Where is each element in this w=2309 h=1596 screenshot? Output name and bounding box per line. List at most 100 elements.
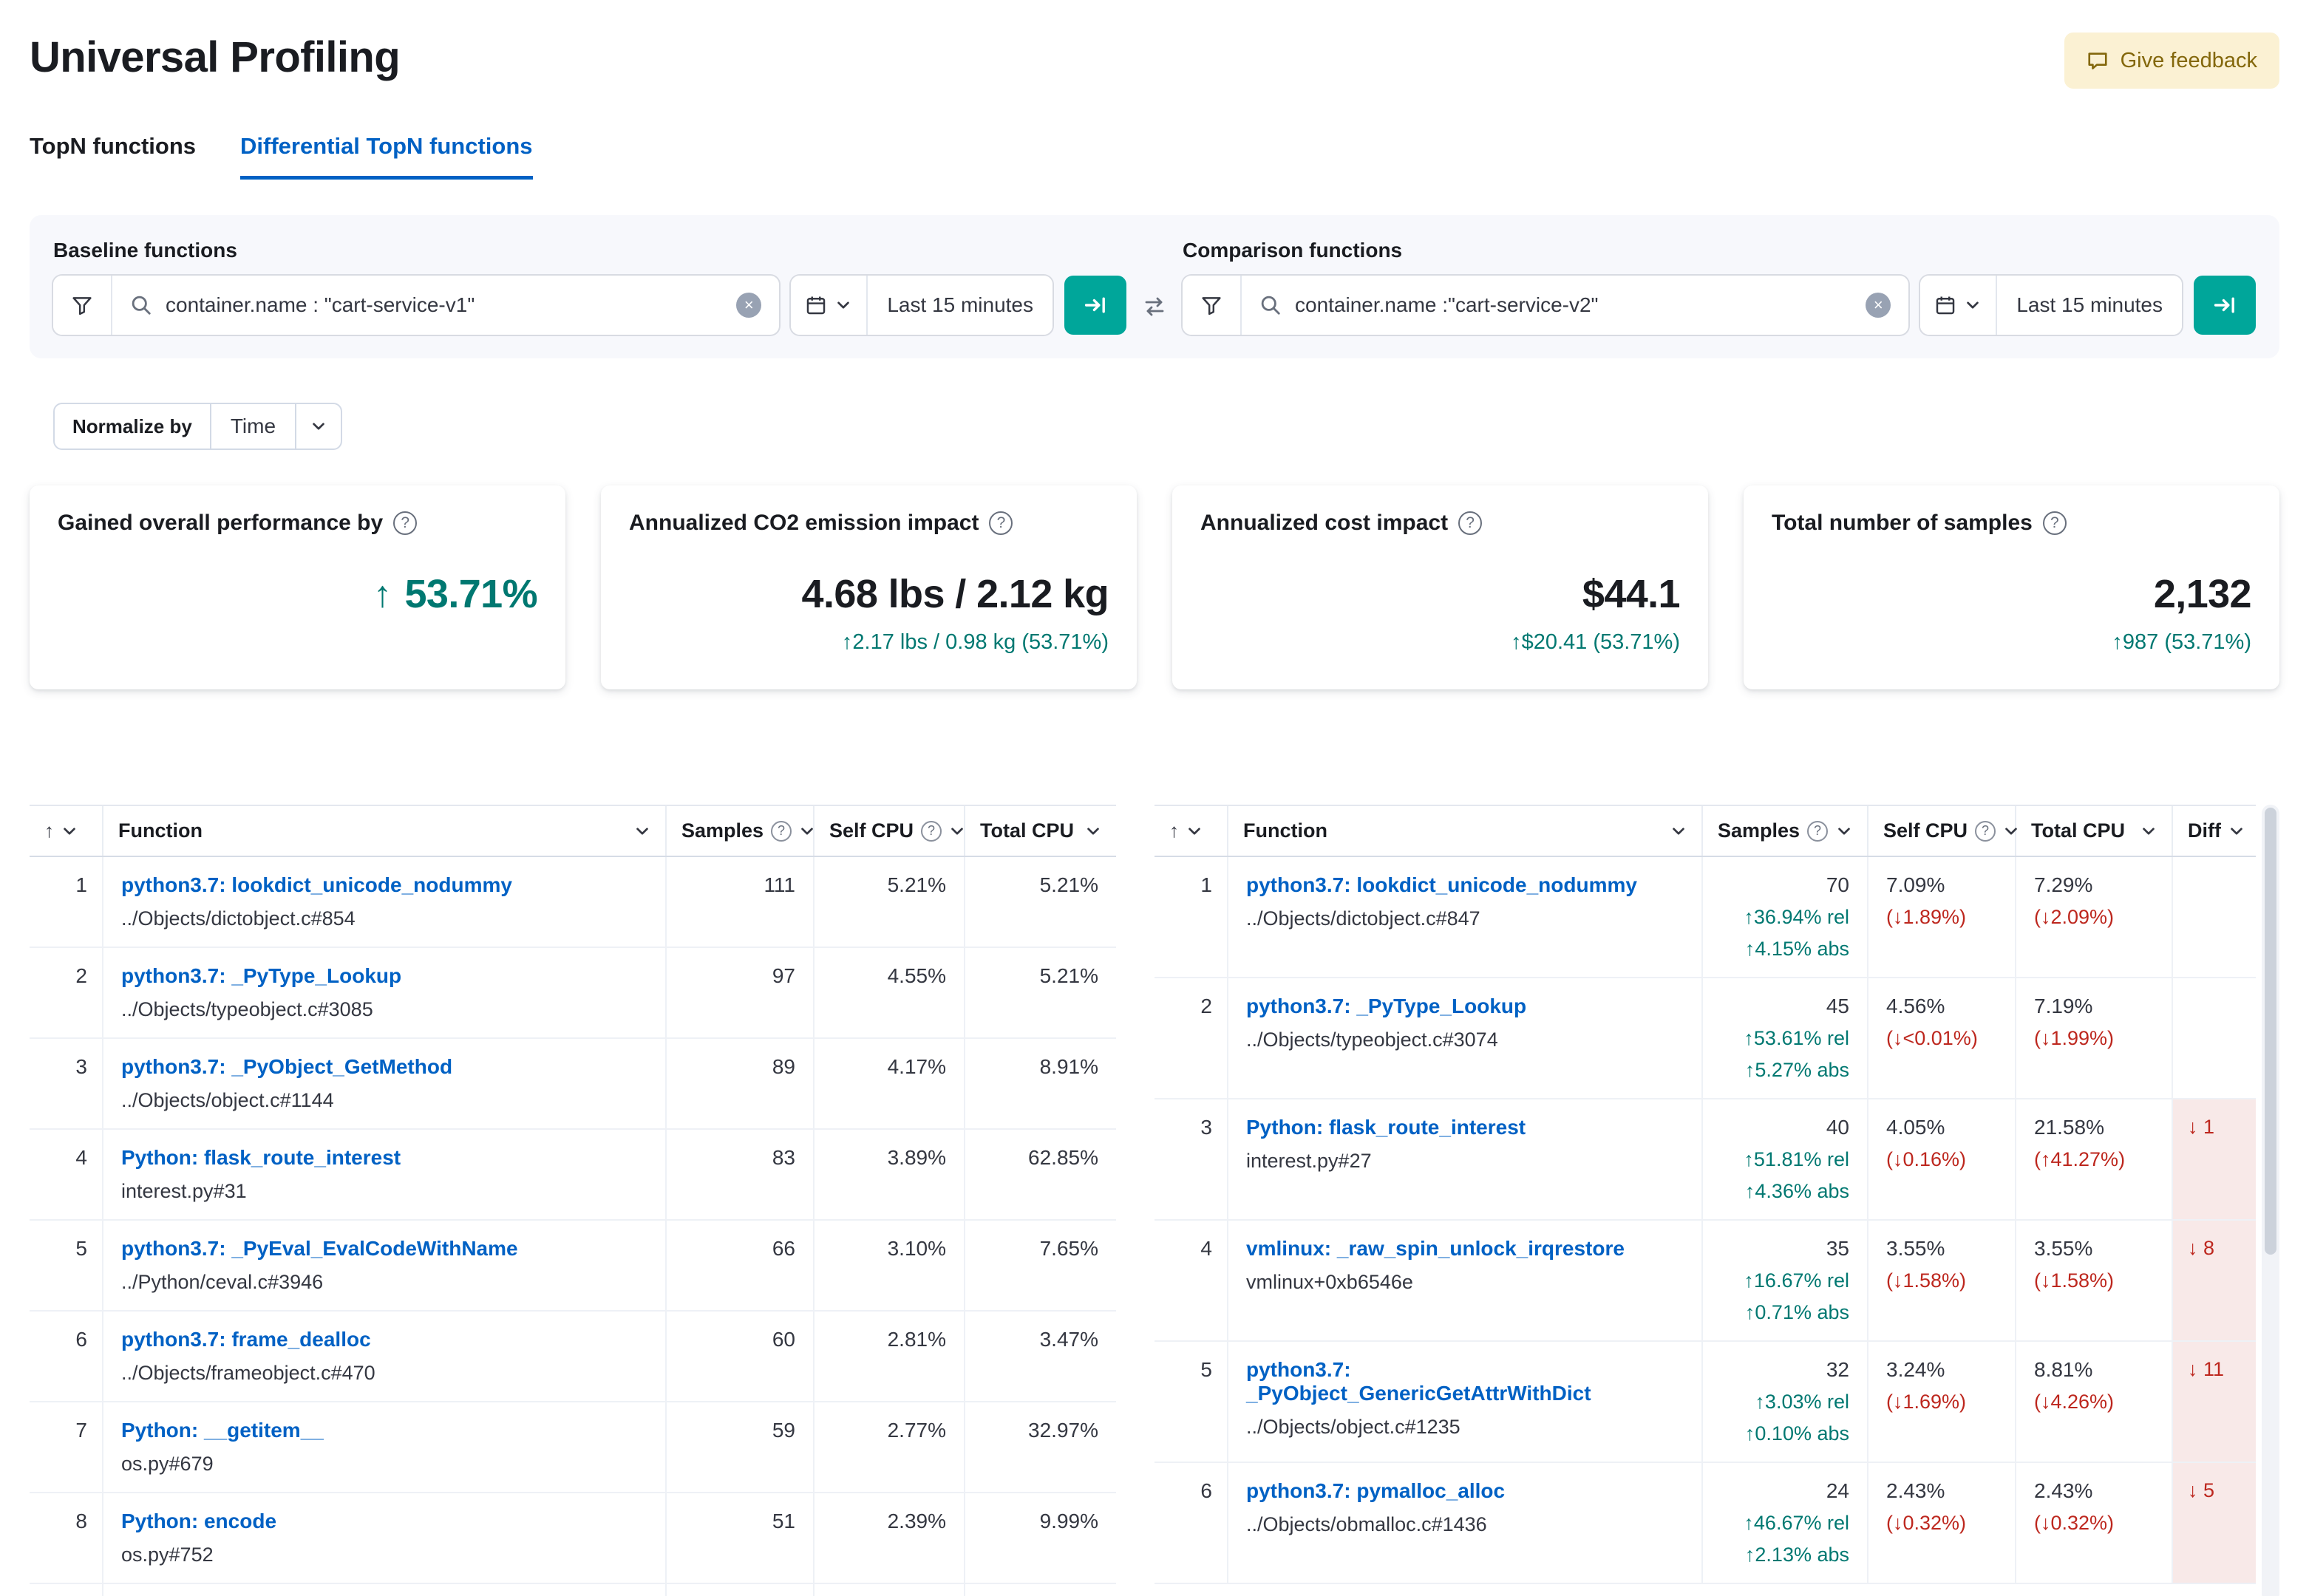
vertical-scrollbar[interactable] [2262,805,2279,1596]
table-row: 2 python3.7: _PyType_Lookup ../Objects/t… [30,948,1116,1039]
normalize-by-value[interactable]: Time [211,404,297,449]
rank-column-header[interactable]: ↑ [30,806,103,856]
function-link[interactable]: python3.7: _PyObject_GenericGetAttrWithD… [1246,1358,1591,1405]
self-cpu-value: 3.24% [1886,1358,1945,1381]
function-link[interactable]: python3.7: _PyType_Lookup [1246,995,1526,1017]
total-cpu-cell: 2.43% (↓0.32%) [2016,1463,2173,1583]
swap-comparison-icon[interactable] [1138,295,1171,318]
function-source: ../Objects/dictobject.c#854 [121,907,356,930]
clear-query-button[interactable]: × [736,293,762,318]
diff-cell: ↓ 8 [2173,1221,2256,1340]
function-link[interactable]: python3.7: lookdict_unicode_nodummy [121,873,512,896]
baseline-time-range-button[interactable]: Last 15 minutes [868,276,1053,335]
clear-query-button[interactable]: × [1866,293,1891,318]
rank-cell: 8 [30,1493,103,1583]
co2-impact-value: 4.68 lbs / 2.12 kg [801,572,1109,616]
function-link[interactable]: python3.7: pymalloc_alloc [1246,1479,1505,1502]
card-title: Total number of samples [1772,511,2033,535]
tab-differential-topn-functions[interactable]: Differential TopN functions [240,133,533,180]
rank-diff-badge: ↓ 11 [2188,1358,2225,1380]
rank-column-header[interactable]: ↑ [1154,806,1228,856]
function-source: ../Objects/object.c#1144 [121,1089,334,1111]
comparison-table-body: 1 python3.7: lookdict_unicode_nodummy ..… [1154,857,2256,1584]
function-link[interactable]: python3.7: _PyType_Lookup [121,964,401,987]
date-quick-select-button[interactable] [1920,276,1998,335]
baseline-query-input[interactable]: container.name : "cart-service-v1" × [112,276,779,335]
table-row: 4 Python: flask_route_interest interest.… [30,1130,1116,1221]
function-source: ../Python/ceval.c#3946 [121,1271,324,1293]
function-cell: python3.7: _PyObject_GetMethod ../Object… [103,1039,667,1128]
function-link[interactable]: python3.7: frame_dealloc [121,1328,371,1351]
function-link[interactable]: python3.7: lookdict_unicode_nodummy [1246,873,1637,896]
samples-cell: 24 ↑46.67% rel ↑2.13% abs [1703,1463,1868,1583]
samples-value: 35 [1826,1237,1849,1260]
tab-topn-functions[interactable]: TopN functions [30,133,196,180]
filter-button[interactable] [1183,276,1242,335]
question-in-circle-icon[interactable]: ? [2042,511,2067,535]
function-link[interactable]: Python: encode [121,1510,276,1532]
cost-impact-value: $44.1 [1582,572,1681,616]
function-link[interactable]: python3.7: _PyObject_GetMethod [121,1055,452,1078]
baseline-apply-button[interactable] [1064,276,1126,335]
question-in-circle-icon[interactable]: ? [393,511,418,535]
function-link[interactable]: Python: flask_route_interest [121,1146,401,1169]
self-cpu-cell: 4.56% (↓<0.01%) [1868,978,2016,1098]
samples-cell: 70 ↑36.94% rel ↑4.15% abs [1703,857,1868,977]
summary-cards: Gained overall performance by ? ↑ 53.71%… [30,485,2279,689]
function-source: ../Objects/typeobject.c#3085 [121,998,373,1020]
date-quick-select-button[interactable] [791,276,868,335]
samples-column-header[interactable]: Samples ? [667,806,815,856]
samples-cell: 40 ↑51.81% rel ↑4.36% abs [1703,1099,1868,1219]
normalize-by-label: Normalize by [55,404,211,449]
samples-value: 32 [1826,1358,1849,1381]
function-cell: Python: flask_route_interest interest.py… [1228,1099,1703,1219]
self-cpu-column-header[interactable]: Self CPU ? [815,806,965,856]
function-link[interactable]: Python: flask_route_interest [1246,1116,1526,1139]
function-column-header[interactable]: Function [1228,806,1703,856]
question-in-circle-icon[interactable]: ? [989,511,1013,535]
samples-value: 70 [1826,873,1849,896]
function-source: vmlinux+0xb6546e [1246,1271,1413,1293]
chevron-down-icon [2228,823,2245,839]
diff-cell: ↓ 1 [2173,1099,2256,1219]
diff-column-header[interactable]: Diff [2173,806,2256,856]
give-feedback-button[interactable]: Give feedback [2064,33,2279,89]
function-cell: python3.7: frame_dealloc ../Objects/fram… [103,1312,667,1401]
chevron-down-icon[interactable] [296,404,341,449]
comparison-filter-group: Comparison functions container.name :"ca… [1183,239,2256,335]
table-row: 5 python3.7: _PyEval_EvalCodeWithName ..… [30,1221,1116,1312]
filter-button[interactable] [53,276,112,335]
comparison-query-input[interactable]: container.name :"cart-service-v2" × [1242,276,1908,335]
card-co2-impact: Annualized CO2 emission impact ? 4.68 lb… [601,485,1137,689]
self-cpu-column-header[interactable]: Self CPU ? [1868,806,2017,856]
total-cpu-column-header[interactable]: Total CPU [2016,806,2173,856]
comparison-time-range-button[interactable]: Last 15 minutes [1997,276,2182,335]
function-link[interactable]: python3.7: _PyEval_EvalCodeWithName [121,1237,518,1260]
function-link[interactable]: Python: __getitem__ [121,1419,324,1442]
total-cpu-column-header[interactable]: Total CPU [965,806,1116,856]
filter-funnel-icon [1201,295,1222,316]
function-source: os.py#752 [121,1544,214,1566]
comparison-functions-label: Comparison functions [1183,239,1403,262]
function-link[interactable]: vmlinux: _raw_spin_unlock_irqrestore [1246,1237,1625,1260]
samples-absolute-change: ↑0.10% abs [1744,1422,1849,1445]
scrollbar-thumb[interactable] [2265,808,2276,1255]
function-column-header[interactable]: Function [103,806,667,856]
cost-impact-delta: ↑$20.41 (53.71%) [1511,630,1680,654]
normalize-by-control[interactable]: Normalize by Time [53,403,343,450]
self-cpu-cell: 4.05% (↓0.16%) [1868,1099,2016,1219]
function-cell: python3.7: _PyType_Lookup ../Objects/typ… [1228,978,1703,1098]
table-row: 3 python3.7: _PyObject_GetMethod ../Obje… [30,1039,1116,1130]
chevron-down-icon [949,823,965,839]
total-cpu-delta: (↓1.58%) [2034,1269,2115,1292]
self-cpu-delta: (↓1.89%) [1886,906,1967,928]
samples-cell: 35 ↑16.67% rel ↑0.71% abs [1703,1221,1868,1340]
comparison-apply-button[interactable] [2194,276,2256,335]
universal-profiling-page: Universal Profiling Give feedback TopN f… [0,0,2309,1596]
tab-bar: TopN functions Differential TopN functio… [30,133,2279,180]
rank-cell: 6 [1154,1463,1228,1583]
card-title: Annualized cost impact [1200,511,1449,535]
question-in-circle-icon[interactable]: ? [1458,511,1483,535]
samples-column-header[interactable]: Samples ? [1703,806,1868,856]
calendar-icon [806,295,826,316]
